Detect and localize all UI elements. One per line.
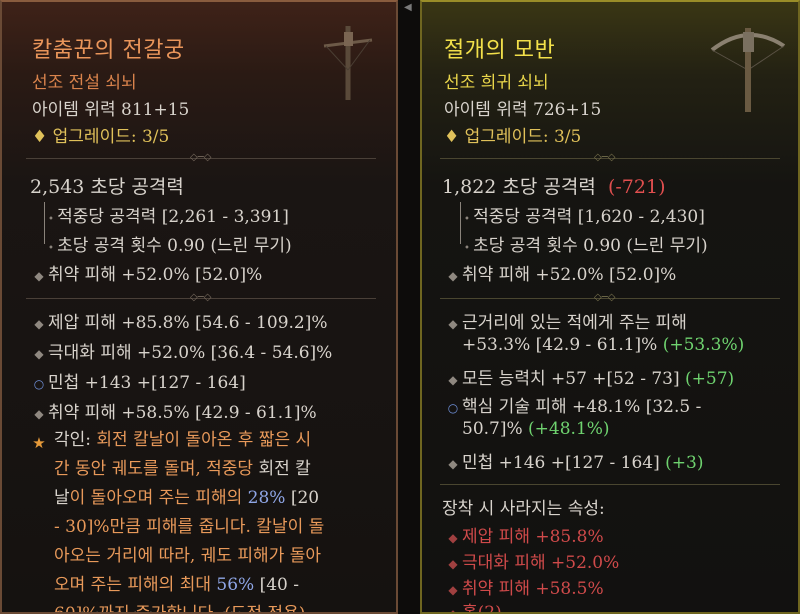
crossbow-icon <box>323 26 373 100</box>
item-type: 선조 전설 쇠뇌 <box>32 73 137 93</box>
implicit-affix: ◆ 취약 피해 +52.0% [52.0]% <box>30 260 262 285</box>
lost-affix: ◆ 취약 피해 +58.5% <box>444 574 603 599</box>
diamond-bullet-icon: ◆ <box>448 583 458 597</box>
divider-ornament: ◇─◇ <box>190 292 212 303</box>
damage-per-hit: • 적중당 공격력 [2,261 - 3,391] <box>48 207 289 227</box>
ring-bullet-icon: ○ <box>33 377 45 391</box>
affix-line-cont: 50.7]% (+48.1%) <box>462 419 610 439</box>
cut-off-text: 치의차 가래에 주는 그래혁 피해 <box>54 606 279 612</box>
panel-gap: ◀ <box>398 0 420 614</box>
affix-line: ◆ 민첩 +146 +[127 - 164] (+3) <box>444 448 703 473</box>
diamond-bullet-icon: ◆ <box>448 457 458 471</box>
affix-line: ○ 민첩 +143 +[127 - 164] <box>30 368 246 393</box>
affix-line: ◆ 취약 피해 +58.5% [42.9 - 61.1]% <box>30 398 316 423</box>
crossbow-icon <box>710 28 786 112</box>
lost-affix: ◆ 극대화 피해 +52.0% <box>444 548 619 573</box>
upgrade-count: ♦ 업그레이드: 3/5 <box>32 127 170 147</box>
item-tooltip-equipped: 칼춤꾼의 전갈궁 선조 전설 쇠뇌 아이템 위력 811+15 ♦ 업그레이드:… <box>0 0 398 614</box>
diamond-bullet-icon: ◆ <box>34 269 44 283</box>
diamond-bullet-icon: ◆ <box>34 317 44 331</box>
affix-line: ◆ 모든 능력치 +57 +[52 - 73] (+57) <box>444 364 734 389</box>
item-power: 아이템 위력 726+15 <box>444 100 602 120</box>
affix-diff: (+3) <box>665 453 704 473</box>
affix-diff: (+48.1%) <box>528 419 610 439</box>
attacks-per-second: • 초당 공격 횟수 0.90 (느린 무기) <box>464 236 708 256</box>
diamond-bullet-icon: ◆ <box>448 317 458 331</box>
dps-value: 1,822 초당 공격력 (-721) <box>442 176 666 198</box>
affix-line: ○ 핵심 기술 피해 +48.1% [32.5 - <box>444 392 702 417</box>
diamond-bullet-icon: ◆ <box>448 531 458 545</box>
divider-ornament: ◇─◇ <box>594 292 616 303</box>
diamond-bullet-icon: ◆ <box>34 347 44 361</box>
attacks-per-second: • 초당 공격 횟수 0.90 (느린 무기) <box>48 236 292 256</box>
diamond-bullet-icon: ♦ <box>444 127 465 147</box>
divider-ornament: ◇─◇ <box>594 152 616 163</box>
item-tooltip-compare: 절개의 모반 선조 희귀 쇠뇌 아이템 위력 726+15 ♦ 업그레이드: 3… <box>420 0 800 614</box>
diamond-bullet-icon: ♦ <box>32 127 53 147</box>
lost-affixes-header: 장착 시 사라지는 속성: <box>442 499 605 519</box>
diamond-bullet-icon: ◆ <box>448 373 458 387</box>
damage-per-hit: • 적중당 공격력 [1,620 - 2,430] <box>464 207 705 227</box>
affix-diff: (+53.3%) <box>662 335 745 355</box>
diamond-bullet-icon: ◆ <box>34 407 44 421</box>
divider-ornament: ◇─◇ <box>190 152 212 163</box>
upgrade-count: ♦ 업그레이드: 3/5 <box>444 127 582 147</box>
dps-value: 2,543 초당 공격력 <box>30 176 184 198</box>
lost-affix: ◆ 홈(2) <box>444 598 501 614</box>
item-type: 선조 희귀 쇠뇌 <box>444 73 549 93</box>
affix-line: ◆ 극대화 피해 +52.0% [36.4 - 54.6]% <box>30 338 332 363</box>
chevron-icon: ◀ <box>404 2 412 13</box>
star-bullet-icon: ★ <box>32 434 46 452</box>
implicit-affix: ◆ 취약 피해 +52.0% [52.0]% <box>444 260 676 285</box>
lost-affix: ◆ 제압 피해 +85.8% <box>444 522 603 547</box>
aspect-text: 각인: 회전 칼날이 돌아온 후 짧은 시 간 동안 궤도를 돌며, 적중당 회… <box>54 430 325 614</box>
tree-connector <box>460 202 461 244</box>
item-name: 절개의 모반 <box>444 38 556 63</box>
affix-diff: (+57) <box>685 369 735 389</box>
affix-line: ◆ 제압 피해 +85.8% [54.6 - 109.2]% <box>30 308 327 333</box>
affix-line: ◆ 근거리에 있는 적에게 주는 피해 <box>444 308 687 333</box>
affix-line-cont: +53.3% [42.9 - 61.1]% (+53.3%) <box>462 335 745 355</box>
dps-diff: (-721) <box>607 176 666 198</box>
item-power: 아이템 위력 811+15 <box>32 100 190 120</box>
divider <box>440 484 780 485</box>
diamond-bullet-icon: ◆ <box>448 557 458 571</box>
ring-bullet-icon: ○ <box>447 401 459 415</box>
tree-connector <box>44 202 45 244</box>
diamond-bullet-icon: ◆ <box>448 269 458 283</box>
diamond-bullet-icon: ◆ <box>448 607 458 614</box>
item-name: 칼춤꾼의 전갈궁 <box>32 38 185 63</box>
